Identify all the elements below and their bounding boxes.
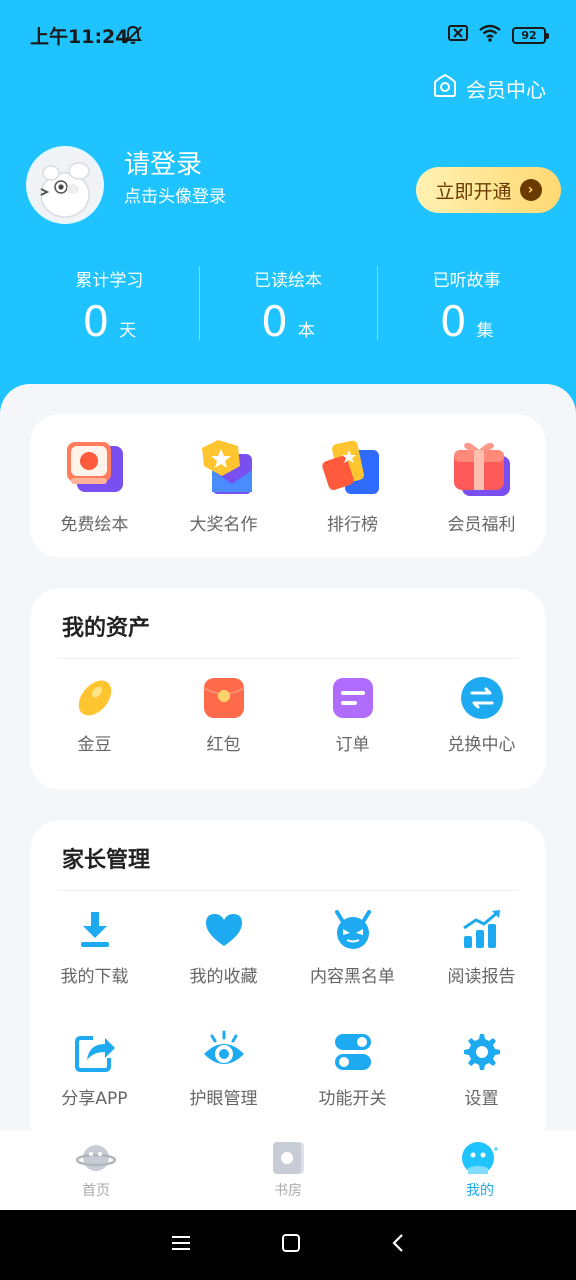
share-icon bbox=[74, 1036, 115, 1072]
stat-value: 0 bbox=[439, 297, 467, 346]
assets-title: 我的资产 bbox=[62, 616, 151, 641]
stat-unit: 集 bbox=[476, 321, 494, 341]
planet-icon bbox=[76, 1145, 116, 1171]
bottom-navigation: 首页 书房 我的 bbox=[0, 1130, 576, 1210]
red-packet-icon bbox=[202, 678, 245, 718]
stat-label: 已听故事 bbox=[432, 271, 501, 291]
parent-settings[interactable]: 设置 bbox=[417, 1030, 546, 1109]
asset-label: 金豆 bbox=[77, 735, 112, 755]
parent-title: 家长管理 bbox=[62, 848, 151, 873]
stat-value: 0 bbox=[261, 297, 288, 346]
stat-value: 0 bbox=[82, 297, 110, 346]
parent-feature-switch[interactable]: 功能开关 bbox=[288, 1030, 417, 1109]
divider bbox=[58, 890, 518, 891]
award-star-icon bbox=[201, 440, 252, 494]
gift-icon bbox=[453, 442, 510, 496]
stat-label: 累计学习 bbox=[75, 271, 144, 291]
avatar[interactable] bbox=[26, 146, 104, 224]
wifi-icon bbox=[478, 24, 502, 46]
my-assets-card: 我的资产 金豆 红包 订单 兑换中心 bbox=[30, 588, 546, 790]
gear-icon bbox=[463, 1034, 500, 1070]
order-icon bbox=[332, 678, 373, 718]
parent-my-favorites[interactable]: 我的收藏 bbox=[159, 908, 288, 987]
parent-share-app[interactable]: 分享APP bbox=[30, 1030, 159, 1109]
login-title[interactable]: 请登录 bbox=[124, 144, 202, 181]
quick-entries-card: 免费绘本 大奖名作 排行榜 会员福利 bbox=[30, 414, 546, 558]
quick-entry-award-works[interactable]: 大奖名作 bbox=[159, 436, 288, 535]
download-icon bbox=[80, 912, 109, 947]
parent-reading-report[interactable]: 阅读报告 bbox=[417, 908, 546, 987]
chart-icon bbox=[462, 910, 500, 948]
asset-label: 订单 bbox=[335, 735, 370, 755]
home-square-icon[interactable] bbox=[281, 1233, 301, 1257]
stat-unit: 天 bbox=[119, 321, 137, 341]
vip-crown-icon bbox=[432, 73, 458, 103]
mascot-icon bbox=[462, 1142, 498, 1174]
divider bbox=[58, 658, 518, 659]
exchange-icon bbox=[460, 677, 503, 719]
parent-item-label: 我的下载 bbox=[60, 967, 129, 987]
open-vip-label: 立即开通 bbox=[435, 180, 512, 203]
parent-item-label: 设置 bbox=[464, 1089, 499, 1109]
stat-label: 已读绘本 bbox=[254, 271, 322, 291]
nav-label: 首页 bbox=[82, 1183, 110, 1199]
bell-muted-icon bbox=[122, 24, 144, 50]
parent-item-label: 内容黑名单 bbox=[310, 967, 395, 987]
stat-unit: 本 bbox=[297, 321, 315, 341]
parent-item-label: 功能开关 bbox=[318, 1089, 387, 1109]
devil-icon bbox=[334, 910, 371, 949]
parent-item-label: 护眼管理 bbox=[189, 1089, 258, 1109]
sim-off-icon bbox=[448, 24, 468, 46]
member-center-link[interactable]: 会员中心 bbox=[432, 73, 546, 103]
quick-entry-member-benefits[interactable]: 会员福利 bbox=[417, 436, 546, 535]
parent-item-label: 阅读报告 bbox=[447, 967, 516, 987]
member-center-label: 会员中心 bbox=[466, 78, 546, 102]
parent-content-blacklist[interactable]: 内容黑名单 bbox=[288, 908, 417, 987]
asset-orders[interactable]: 订单 bbox=[288, 676, 417, 755]
stat-books-read: 已读绘本 0本 bbox=[198, 262, 378, 346]
heart-icon bbox=[205, 914, 242, 946]
content-panel: 免费绘本 大奖名作 排行榜 会员福利 我的资产 金豆 红包 订单 兑换中心 家长… bbox=[0, 384, 576, 1150]
quick-entry-label: 大奖名作 bbox=[189, 515, 258, 535]
learning-stats: 累计学习 0天 已读绘本 0本 已听故事 0集 bbox=[20, 262, 556, 346]
mascot-avatar-icon bbox=[29, 149, 101, 221]
back-chevron-icon[interactable] bbox=[391, 1233, 405, 1257]
parent-item-label: 分享APP bbox=[61, 1089, 128, 1109]
status-bar: 上午11:24 92 bbox=[0, 0, 576, 70]
parent-eye-care[interactable]: 护眼管理 bbox=[159, 1030, 288, 1109]
parent-item-label: 我的收藏 bbox=[189, 967, 258, 987]
nav-home[interactable]: 首页 bbox=[0, 1130, 192, 1210]
stat-study-days: 累计学习 0天 bbox=[20, 262, 199, 346]
battery-indicator: 92 bbox=[512, 26, 549, 44]
parent-management-card: 家长管理 我的下载 我的收藏 内容黑名单 阅读报告 分享APP 护眼管理 功能开… bbox=[30, 820, 546, 1150]
asset-label: 红包 bbox=[206, 735, 241, 755]
nav-label: 书房 bbox=[274, 1183, 302, 1199]
book-icon bbox=[273, 1142, 304, 1174]
system-navigation-bar bbox=[0, 1210, 576, 1280]
status-time: 上午11:24 bbox=[30, 26, 129, 48]
quick-entry-ranking[interactable]: 排行榜 bbox=[288, 436, 417, 535]
nav-mine[interactable]: 我的 bbox=[384, 1130, 576, 1210]
asset-label: 兑换中心 bbox=[447, 735, 516, 755]
quick-entry-label: 会员福利 bbox=[447, 515, 516, 535]
free-book-icon bbox=[66, 442, 123, 492]
nav-study-room[interactable]: 书房 bbox=[192, 1130, 384, 1210]
open-vip-button[interactable]: 立即开通 › bbox=[416, 167, 561, 213]
quick-entry-label: 免费绘本 bbox=[60, 515, 129, 535]
stat-stories-heard: 已听故事 0集 bbox=[377, 262, 556, 346]
nav-label: 我的 bbox=[466, 1183, 494, 1199]
eye-icon bbox=[203, 1030, 244, 1064]
chevron-right-icon: › bbox=[519, 179, 542, 201]
login-subtitle: 点击头像登录 bbox=[124, 187, 226, 207]
asset-red-packet[interactable]: 红包 bbox=[159, 676, 288, 755]
quick-entry-label: 排行榜 bbox=[327, 515, 378, 535]
menu-icon[interactable] bbox=[171, 1234, 191, 1256]
asset-gold-beans[interactable]: 金豆 bbox=[30, 676, 159, 755]
asset-exchange-center[interactable]: 兑换中心 bbox=[417, 676, 546, 755]
parent-my-downloads[interactable]: 我的下载 bbox=[30, 908, 159, 987]
quick-entry-free-books[interactable]: 免费绘本 bbox=[30, 436, 159, 535]
toggle-icon bbox=[334, 1034, 371, 1070]
ranking-icon bbox=[321, 440, 379, 494]
gold-bean-icon bbox=[78, 680, 111, 716]
